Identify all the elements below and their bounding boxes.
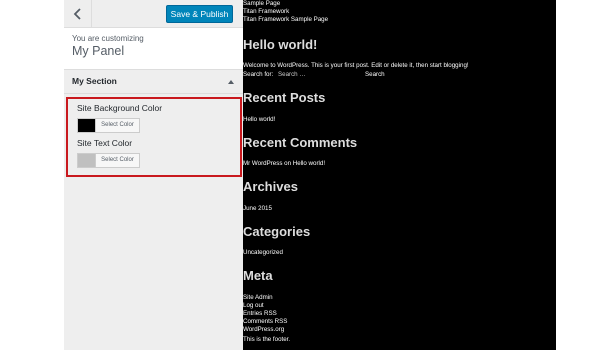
- search-button[interactable]: Search: [365, 71, 385, 79]
- recent-post-link[interactable]: Hello world!: [243, 116, 275, 124]
- panel-title: My Panel: [72, 44, 125, 58]
- text-color-label: Site Text Color: [77, 138, 133, 148]
- category-link[interactable]: Uncategorized: [243, 249, 283, 257]
- nav-link-titan-sample-page[interactable]: Titan Framework Sample Page: [243, 16, 328, 24]
- customizer-header: Save & Publish: [64, 0, 243, 28]
- background-color-picker[interactable]: Select Color: [77, 118, 141, 133]
- customizer-sidebar: Save & Publish You are customizing My Pa…: [64, 0, 244, 350]
- customizer-info: You are customizing My Panel: [64, 28, 243, 70]
- recent-comments-heading: Recent Comments: [243, 135, 358, 150]
- collapse-arrow-icon: [228, 80, 234, 84]
- meta-link-entries-rss[interactable]: Entries RSS: [243, 310, 277, 318]
- meta-link-comments-rss[interactable]: Comments RSS: [243, 318, 287, 326]
- archive-link[interactable]: June 2015: [243, 205, 272, 213]
- text-select-color-button[interactable]: Select Color: [96, 153, 140, 168]
- categories-heading: Categories: [243, 224, 311, 239]
- site-footer: This is the footer.: [243, 336, 291, 343]
- section-title: My Section: [72, 76, 117, 86]
- meta-link-wordpress-org[interactable]: WordPress.org: [243, 326, 284, 334]
- text-color-swatch[interactable]: [77, 153, 96, 168]
- site-preview: Sample Page Titan Framework Titan Framew…: [243, 0, 556, 350]
- chevron-left-icon: [73, 7, 81, 20]
- post-title[interactable]: Hello world!: [243, 37, 317, 52]
- meta-link-log-out[interactable]: Log out: [243, 302, 264, 310]
- search-label: Search for:: [243, 71, 274, 78]
- recent-posts-heading: Recent Posts: [243, 90, 326, 105]
- archives-heading: Archives: [243, 179, 298, 194]
- section-controls: Site Background Color Select Color Site …: [66, 97, 242, 177]
- background-color-swatch[interactable]: [77, 118, 96, 133]
- save-publish-button[interactable]: Save & Publish: [166, 5, 233, 23]
- meta-heading: Meta: [243, 268, 273, 283]
- recent-comment-item[interactable]: Mr WordPress on Hello world!: [243, 160, 325, 168]
- nav-link-sample-page[interactable]: Sample Page: [243, 0, 280, 8]
- meta-link-site-admin[interactable]: Site Admin: [243, 294, 273, 302]
- nav-link-titan-framework[interactable]: Titan Framework: [243, 8, 289, 16]
- section-header[interactable]: My Section: [64, 70, 243, 94]
- background-color-label: Site Background Color: [77, 103, 163, 113]
- background-select-color-button[interactable]: Select Color: [96, 118, 140, 133]
- text-color-picker[interactable]: Select Color: [77, 153, 141, 168]
- customizing-label: You are customizing: [72, 34, 144, 43]
- post-content: Welcome to WordPress. This is your first…: [243, 62, 469, 69]
- back-button[interactable]: [64, 0, 92, 27]
- search-input[interactable]: Search …: [278, 71, 306, 79]
